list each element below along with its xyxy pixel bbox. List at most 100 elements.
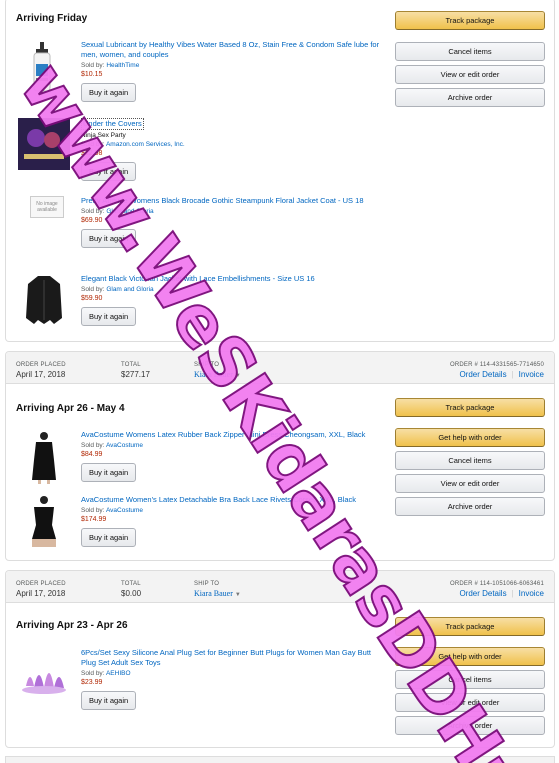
sold-by-label: Sold by:: [81, 141, 105, 148]
item-title[interactable]: AvaCostume Women's Latex Detachable Bra …: [81, 495, 381, 505]
ship-to-label: SHIP TO: [194, 362, 220, 368]
seller-link[interactable]: AvaCostume: [106, 507, 143, 514]
order-number-block: ORDER # 114-4331565-7714650 Order Detail…: [450, 362, 544, 379]
link-divider: |: [511, 370, 514, 379]
archive-order-button[interactable]: Archive order: [395, 88, 545, 107]
item-info: Under the Covers Ninja Sex Party Sold by…: [81, 118, 381, 181]
sold-by-label: Sold by:: [81, 507, 105, 514]
buy-again-button[interactable]: Buy it again: [81, 691, 137, 710]
item-title[interactable]: Sexual Lubricant by Healthy Vibes Water …: [81, 40, 381, 60]
get-help-button[interactable]: Get help with order: [395, 647, 545, 666]
seller-link[interactable]: AEHIBO: [106, 670, 131, 677]
sold-by-label: Sold by:: [81, 670, 105, 677]
order-number: ORDER # 114-4331565-7714650: [449, 362, 544, 368]
order-header: ORDER PLACED April 17, 2018 TOTAL $0.00 …: [6, 571, 554, 603]
order-placed-date: April 17, 2018: [16, 370, 66, 379]
order-total: TOTAL $0.00: [121, 581, 141, 598]
ship-to: SHIP TO Kiara Bauer ▼: [194, 362, 241, 379]
track-package-button[interactable]: Track package: [395, 11, 545, 30]
ship-to-dropdown[interactable]: Kiara Bauer ▼: [194, 589, 241, 598]
product-image-album[interactable]: [16, 118, 72, 172]
no-image-placeholder[interactable]: No image available: [16, 196, 72, 250]
item-title[interactable]: AvaCostume Womens Latex Rubber Back Zipp…: [81, 430, 381, 440]
sold-by-label: Sold by:: [81, 286, 105, 293]
item-price: $59.90: [81, 295, 103, 302]
order-card-1: Arriving Friday Sexual Lubricant by Heal…: [5, 0, 555, 342]
product-image-plug-set[interactable]: [16, 648, 72, 702]
sold-by: Sold by: Glam and Gloria: [81, 208, 381, 215]
seller-link[interactable]: AvaCostume: [106, 442, 143, 449]
item-title[interactable]: 6Pcs/Set Sexy Silicone Anal Plug Set for…: [81, 648, 381, 668]
buy-again-button[interactable]: Buy it again: [81, 528, 137, 547]
next-order-card-edge: [5, 756, 555, 763]
link-divider: |: [511, 589, 514, 598]
sold-by: Sold by: AvaCostume: [81, 442, 381, 449]
seller-link[interactable]: HealthTime: [106, 62, 139, 69]
order-details-link[interactable]: Order Details: [459, 370, 506, 379]
product-image-latex-corset[interactable]: [16, 495, 72, 549]
item-title[interactable]: Elegant Black Victorian Jacket with Lace…: [81, 274, 381, 284]
buy-again-button[interactable]: Buy it again: [81, 162, 137, 181]
sold-by: Sold by: Glam and Gloria: [81, 286, 381, 293]
get-help-button[interactable]: Get help with order: [395, 428, 545, 447]
track-package-button[interactable]: Track package: [395, 617, 545, 636]
shipment-status: Arriving Friday: [16, 13, 88, 24]
seller-link[interactable]: Glam and Gloria: [106, 208, 153, 215]
sold-by: Sold by: AvaCostume: [81, 507, 381, 514]
view-edit-order-button[interactable]: View or edit order: [395, 693, 545, 712]
chevron-down-icon: ▼: [234, 592, 241, 598]
cancel-items-button[interactable]: Cancel items: [395, 42, 545, 61]
order-card-3: ORDER PLACED April 17, 2018 TOTAL $0.00 …: [5, 570, 555, 748]
item-info: Elegant Black Victorian Jacket with Lace…: [81, 274, 381, 326]
shipment-status: Arriving Apr 26 - May 4: [16, 403, 125, 414]
chevron-down-icon: ▼: [234, 373, 241, 379]
invoice-link[interactable]: Invoice: [519, 370, 544, 379]
item-price: $69.90: [81, 217, 103, 224]
order-placed-label: ORDER PLACED: [16, 362, 66, 368]
order-card-2: ORDER PLACED April 17, 2018 TOTAL $277.1…: [5, 351, 555, 561]
view-edit-order-button[interactable]: View or edit order: [395, 474, 545, 493]
ship-to-label: SHIP TO: [194, 581, 220, 587]
buy-again-button[interactable]: Buy it again: [81, 463, 137, 482]
item-title[interactable]: Under the Covers: [81, 118, 144, 130]
track-package-button[interactable]: Track package: [395, 398, 545, 417]
cancel-items-button[interactable]: Cancel items: [395, 670, 545, 689]
product-image-jacket[interactable]: [16, 274, 72, 328]
invoice-link[interactable]: Invoice: [519, 589, 544, 598]
order-number-block: ORDER # 114-1051066-6063461 Order Detail…: [450, 581, 544, 598]
item-price: $10.15: [81, 71, 103, 78]
product-image-latex-dress[interactable]: [16, 430, 72, 484]
no-image-text: No image available: [30, 196, 64, 218]
buy-again-button[interactable]: Buy it again: [81, 307, 137, 326]
order-number: ORDER # 114-1051066-6063461: [449, 581, 544, 587]
archive-order-button[interactable]: Archive order: [395, 497, 545, 516]
buy-again-button[interactable]: Buy it again: [81, 229, 137, 248]
item-info: 6Pcs/Set Sexy Silicone Anal Plug Set for…: [81, 648, 381, 710]
archive-order-button[interactable]: Archive order: [395, 716, 545, 735]
order-placed-date: April 17, 2018: [16, 589, 66, 598]
item-price: $84.99: [81, 451, 103, 458]
sold-by-label: Sold by:: [81, 442, 105, 449]
seller-link[interactable]: Glam and Gloria: [106, 286, 153, 293]
product-image-lubricant[interactable]: [16, 40, 72, 94]
order-total-label: TOTAL: [121, 362, 141, 368]
order-total-value: $277.17: [121, 370, 150, 379]
item-info: Pretty Attitude Womens Black Brocade Got…: [81, 196, 381, 248]
view-edit-order-button[interactable]: View or edit order: [395, 65, 545, 84]
buy-again-button[interactable]: Buy it again: [81, 83, 137, 102]
order-total-label: TOTAL: [121, 581, 141, 587]
shipment-status: Arriving Apr 23 - Apr 26: [16, 620, 128, 631]
item-info: AvaCostume Womens Latex Rubber Back Zipp…: [81, 430, 381, 482]
sold-by: Sold by: AEHIBO: [81, 670, 381, 677]
item-info: AvaCostume Women's Latex Detachable Bra …: [81, 495, 381, 547]
ship-to: SHIP TO Kiara Bauer ▼: [194, 581, 241, 598]
order-header: ORDER PLACED April 17, 2018 TOTAL $277.1…: [6, 352, 554, 384]
order-details-link[interactable]: Order Details: [459, 589, 506, 598]
seller-link[interactable]: Amazon.com Services, Inc.: [106, 141, 185, 148]
cancel-items-button[interactable]: Cancel items: [395, 451, 545, 470]
sold-by: Sold by: HealthTime: [81, 62, 381, 69]
ship-to-dropdown[interactable]: Kiara Bauer ▼: [194, 370, 241, 379]
item-title[interactable]: Pretty Attitude Womens Black Brocade Got…: [81, 196, 381, 206]
order-total-value: $0.00: [121, 589, 142, 598]
item-price: $23.99: [81, 679, 103, 686]
